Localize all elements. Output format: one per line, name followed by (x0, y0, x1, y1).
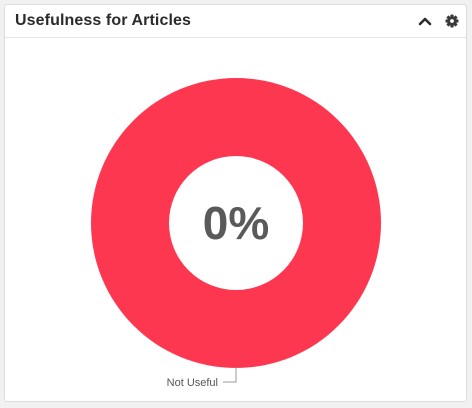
gear-icon[interactable] (442, 11, 462, 31)
donut-chart: 0% Not Useful (5, 38, 468, 402)
slice-label-leader-line (223, 367, 237, 383)
slice-label-not-useful: Not Useful (167, 377, 218, 389)
widget-header: Usefulness for Articles (5, 5, 466, 38)
usefulness-widget: Usefulness for Articles 0% Not Useful (4, 4, 467, 402)
chevron-up-icon[interactable] (415, 11, 435, 31)
widget-title: Usefulness for Articles (15, 12, 191, 29)
center-percentage-label: 0% (203, 197, 269, 249)
